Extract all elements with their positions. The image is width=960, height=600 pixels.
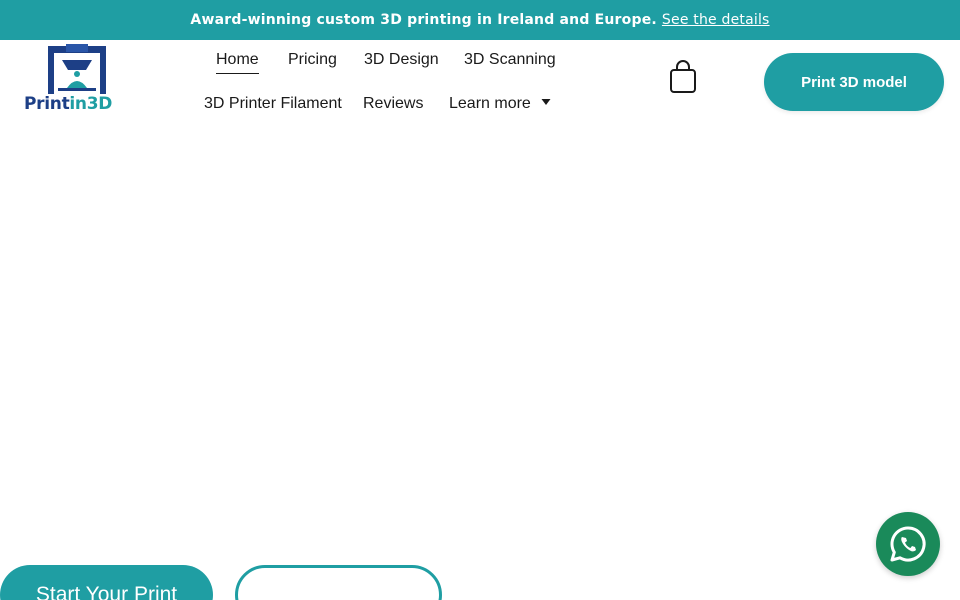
logo-wordmark: Printin3D — [24, 94, 113, 114]
nav-3d-design[interactable]: 3D Design — [364, 50, 439, 70]
nav-pricing[interactable]: Pricing — [288, 50, 337, 70]
nav-learn-more[interactable]: Learn more — [449, 94, 531, 114]
chevron-down-icon[interactable] — [540, 96, 552, 108]
print-3d-model-button[interactable]: Print 3D model — [764, 53, 944, 111]
3d-printer-icon — [48, 44, 106, 94]
nav-home[interactable]: Home — [216, 50, 259, 74]
hero-secondary-button[interactable] — [235, 565, 442, 600]
site-logo[interactable]: Printin3D — [22, 44, 122, 120]
whatsapp-icon — [890, 526, 926, 562]
start-your-print-button[interactable]: Start Your Print — [0, 565, 213, 600]
nav-3d-printer-filament[interactable]: 3D Printer Filament — [204, 94, 342, 114]
announcement-text: Award-winning custom 3D printing in Irel… — [190, 12, 657, 28]
nav-3d-scanning[interactable]: 3D Scanning — [464, 50, 556, 70]
see-details-link[interactable]: See the details — [662, 12, 770, 28]
announcement-bar: Award-winning custom 3D printing in Irel… — [0, 0, 960, 40]
whatsapp-chat-button[interactable] — [876, 512, 940, 576]
shopping-bag-icon[interactable] — [668, 60, 698, 94]
nav-reviews[interactable]: Reviews — [363, 94, 423, 114]
